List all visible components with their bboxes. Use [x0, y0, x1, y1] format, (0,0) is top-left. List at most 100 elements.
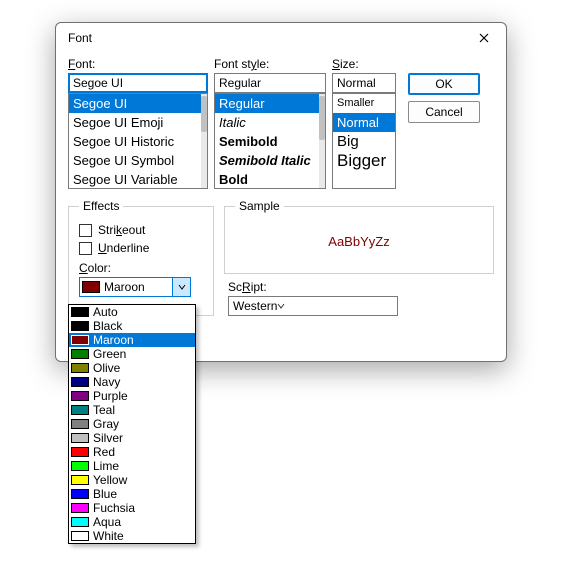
size-list-item[interactable]: Normal	[333, 113, 395, 132]
color-name: Silver	[93, 432, 123, 444]
color-dropdown-list[interactable]: Auto Black Maroon Green Olive Navy Purple Teal G…	[68, 304, 196, 544]
color-swatch	[71, 433, 89, 443]
color-swatch	[71, 489, 89, 499]
size-list-item[interactable]: Big	[333, 132, 395, 151]
color-swatch	[71, 307, 89, 317]
color-option[interactable]: Lime	[69, 459, 195, 473]
color-swatch	[71, 419, 89, 429]
cancel-button[interactable]: Cancel	[408, 101, 480, 123]
color-name: Lime	[93, 460, 119, 472]
color-option[interactable]: Teal	[69, 403, 195, 417]
strikeout-checkbox[interactable]	[79, 224, 92, 237]
size-list-item[interactable]: Smaller	[333, 94, 395, 113]
color-option[interactable]: Aqua	[69, 515, 195, 529]
chevron-down-icon	[277, 302, 285, 310]
color-swatch	[71, 363, 89, 373]
color-name: Yellow	[93, 474, 127, 486]
font-style-list-item[interactable]: Semibold Italic	[215, 151, 325, 170]
color-name: Maroon	[93, 334, 134, 346]
font-style-input[interactable]	[214, 73, 326, 93]
chevron-down-icon	[178, 283, 186, 291]
font-input[interactable]	[68, 73, 208, 93]
ok-button[interactable]: OK	[408, 73, 480, 95]
font-list-item[interactable]: Segoe UI	[69, 94, 207, 113]
font-style-list-item[interactable]: Semibold	[215, 132, 325, 151]
script-label: ScRipt:	[228, 280, 494, 294]
color-swatch	[82, 281, 100, 293]
color-swatch	[71, 447, 89, 457]
effects-legend: Effects	[79, 199, 123, 213]
color-label: Color:	[79, 261, 203, 275]
strikeout-label: Strikeout	[98, 223, 145, 237]
font-list-item[interactable]: Segoe UI Symbol	[69, 151, 207, 170]
font-style-label: Font style:	[214, 57, 326, 71]
title-bar: Font	[56, 23, 506, 53]
color-option[interactable]: Fuchsia	[69, 501, 195, 515]
color-swatch	[71, 377, 89, 387]
color-value: Maroon	[104, 280, 145, 294]
color-name: Black	[93, 320, 122, 332]
scrollbar[interactable]	[319, 94, 325, 188]
font-label: Font:	[68, 57, 208, 71]
scrollbar[interactable]	[201, 94, 207, 188]
color-swatch	[71, 503, 89, 513]
color-option[interactable]: Yellow	[69, 473, 195, 487]
color-swatch	[71, 391, 89, 401]
font-list-item[interactable]: Segoe UI Variable	[69, 170, 207, 189]
effects-group: Effects Strikeout Underline Color: Maroo…	[68, 199, 214, 316]
color-option[interactable]: Navy	[69, 375, 195, 389]
window-title: Font	[68, 31, 92, 45]
color-option[interactable]: Maroon	[69, 333, 195, 347]
color-option[interactable]: Auto	[69, 305, 195, 319]
close-button[interactable]	[470, 26, 498, 50]
color-swatch	[71, 475, 89, 485]
color-option[interactable]: Purple	[69, 389, 195, 403]
color-name: Gray	[93, 418, 119, 430]
color-option[interactable]: Green	[69, 347, 195, 361]
color-name: White	[93, 530, 124, 542]
color-name: Green	[93, 348, 126, 360]
color-option[interactable]: Blue	[69, 487, 195, 501]
color-swatch	[71, 349, 89, 359]
script-combobox[interactable]: Western	[228, 296, 398, 316]
color-name: Purple	[93, 390, 128, 402]
font-list-item[interactable]: Segoe UI Emoji	[69, 113, 207, 132]
font-list-item[interactable]: Segoe UI Historic	[69, 132, 207, 151]
color-swatch	[71, 405, 89, 415]
color-name: Auto	[93, 306, 118, 318]
color-option[interactable]: Gray	[69, 417, 195, 431]
color-option[interactable]: Silver	[69, 431, 195, 445]
underline-label: Underline	[98, 241, 149, 255]
color-swatch	[71, 321, 89, 331]
color-option[interactable]: Olive	[69, 361, 195, 375]
font-listbox[interactable]: Segoe UISegoe UI EmojiSegoe UI HistoricS…	[68, 93, 208, 189]
color-name: Teal	[93, 404, 115, 416]
color-option[interactable]: White	[69, 529, 195, 543]
color-name: Olive	[93, 362, 120, 374]
color-option[interactable]: Black	[69, 319, 195, 333]
size-list-item[interactable]: Bigger	[333, 151, 395, 170]
font-style-list-item[interactable]: Bold	[215, 170, 325, 189]
dropdown-arrow[interactable]	[172, 278, 190, 296]
color-name: Red	[93, 446, 115, 458]
sample-group: Sample AaBbYyZz	[224, 199, 494, 274]
color-option[interactable]: Red	[69, 445, 195, 459]
script-value: Western	[233, 299, 277, 313]
color-swatch	[71, 461, 89, 471]
color-name: Navy	[93, 376, 120, 388]
color-name: Fuchsia	[93, 502, 135, 514]
font-style-list-item[interactable]: Regular	[215, 94, 325, 113]
sample-legend: Sample	[235, 199, 284, 213]
dropdown-arrow[interactable]	[277, 299, 285, 313]
font-style-listbox[interactable]: RegularItalicSemiboldSemibold ItalicBold	[214, 93, 326, 189]
color-swatch	[71, 335, 89, 345]
underline-checkbox[interactable]	[79, 242, 92, 255]
size-listbox[interactable]: SmallerNormalBigBigger	[332, 93, 396, 189]
font-style-list-item[interactable]: Italic	[215, 113, 325, 132]
size-input[interactable]	[332, 73, 396, 93]
color-combobox[interactable]: Maroon	[79, 277, 191, 297]
size-label: Size:	[332, 57, 396, 71]
sample-text: AaBbYyZz	[328, 234, 389, 249]
color-swatch	[71, 517, 89, 527]
color-name: Aqua	[93, 516, 121, 528]
